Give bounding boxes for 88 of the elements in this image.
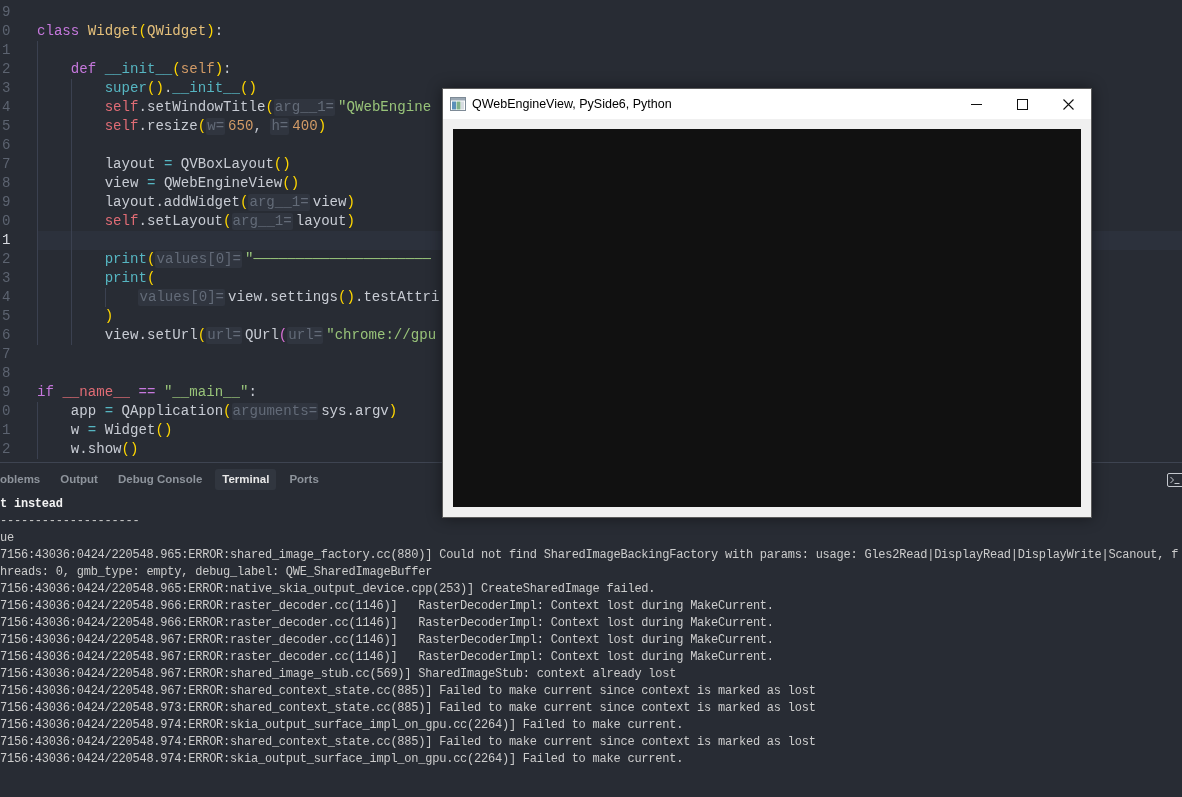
terminal-line: -------------------- xyxy=(0,513,140,530)
code-text: super().__init__() xyxy=(104,79,257,98)
line-number: 1 xyxy=(2,421,11,440)
code-text: sys.argv) xyxy=(321,402,398,421)
inlay-hint: arg__1= xyxy=(248,194,310,211)
code-text: 400) xyxy=(292,117,327,136)
terminal-icon[interactable] xyxy=(1167,472,1182,488)
inlay-hint: arguments= xyxy=(231,403,319,420)
terminal-line: 7156:43036:0424/220548.974:ERROR:shared_context_state.cc(885)] Failed to make current since context is marked as lost xyxy=(0,734,816,751)
line-number: 0 xyxy=(2,212,11,231)
code-text: view.setUrl( xyxy=(104,326,207,345)
code-text: view.settings().testAttri xyxy=(228,288,440,307)
terminal-line: 7156:43036:0424/220548.967:ERROR:shared_image_stub.cc(569)] SharedImageStub: context already lost xyxy=(0,666,677,683)
line-number: 3 xyxy=(2,269,11,288)
line-number: 7 xyxy=(2,155,11,174)
inlay-hint: w= xyxy=(206,118,226,135)
line-number: 9 xyxy=(2,383,11,402)
code-text: layout) xyxy=(295,212,355,231)
terminal-line: 7156:43036:0424/220548.973:ERROR:shared_context_state.cc(885)] Failed to make current since context is marked as lost xyxy=(0,700,816,717)
line-number: 2 xyxy=(2,440,11,459)
code-text: layout = QVBoxLayout() xyxy=(104,155,291,174)
inlay-hint: arg__1= xyxy=(273,99,336,116)
line-number: 1 xyxy=(2,231,11,250)
line-number: 1 xyxy=(2,41,11,60)
code-text: view = QWebEngineView() xyxy=(104,174,300,193)
terminal-line: 7156:43036:0424/220548.966:ERROR:raster_decoder.cc(1146)] RasterDecoderImpl: Context lost during MakeCurrent. xyxy=(0,598,774,615)
code-text: print( xyxy=(104,269,156,288)
terminal-line: t instead xyxy=(0,496,63,513)
inlay-hint: values[0]= xyxy=(138,289,226,306)
code-text: "chrome://gpu xyxy=(326,326,437,345)
line-number: 9 xyxy=(2,193,11,212)
panel-tab[interactable]: Debug Console xyxy=(110,469,210,490)
code-text: 650, xyxy=(228,117,263,136)
line-number: 2 xyxy=(2,60,11,79)
terminal-line: 7156:43036:0424/220548.974:ERROR:skia_output_surface_impl_on_gpu.cc(2264)] Failed to make current. xyxy=(0,751,684,768)
terminal-line: 7156:43036:0424/220548.967:ERROR:raster_decoder.cc(1146)] RasterDecoderImpl: Context lost during MakeCurrent. xyxy=(0,649,774,666)
code-text: w = Widget() xyxy=(70,421,173,440)
close-icon xyxy=(1062,98,1074,110)
line-number: 9 xyxy=(2,3,11,22)
code-text: def __init__(self): xyxy=(70,60,232,79)
code-text: layout.addWidget( xyxy=(104,193,249,212)
code-text: app = QApplication( xyxy=(70,402,232,421)
line-number: 8 xyxy=(2,364,11,383)
code-text: "───────────────────── xyxy=(245,250,432,269)
panel-tab[interactable]: Ports xyxy=(282,469,326,490)
code-text: print( xyxy=(104,250,156,269)
minimize-icon xyxy=(970,103,982,105)
inlay-hint: arg__1= xyxy=(231,213,293,230)
inlay-hint: url= xyxy=(287,327,324,344)
window-title: QWebEngineView, PySide6, Python xyxy=(472,95,672,113)
panel-tab[interactable]: oblems xyxy=(0,469,48,490)
line-number: 0 xyxy=(2,402,11,421)
line-number: 6 xyxy=(2,136,11,155)
terminal-line: hreads: 0, gmb_type: empty, debug_label: QWE_SharedImageBuffer xyxy=(0,564,433,581)
terminal-line: 7156:43036:0424/220548.974:ERROR:skia_output_surface_impl_on_gpu.cc(2264)] Failed to make current. xyxy=(0,717,684,734)
line-number: 6 xyxy=(2,326,11,345)
line-number: 2 xyxy=(2,250,11,269)
app-icon xyxy=(450,97,466,111)
inlay-hint: h= xyxy=(270,118,290,135)
line-number: 7 xyxy=(2,345,11,364)
code-text: self.resize( xyxy=(104,117,207,136)
line-number: 0 xyxy=(2,22,11,41)
code-text: view) xyxy=(312,193,355,212)
inlay-hint: values[0]= xyxy=(155,251,242,268)
panel-tab[interactable]: Output xyxy=(53,469,105,490)
terminal-line: 7156:43036:0424/220548.965:ERROR:native_skia_output_device.cpp(253)] CreateSharedImage failed. xyxy=(0,581,656,598)
line-number: 5 xyxy=(2,307,11,326)
terminal-line: 7156:43036:0424/220548.967:ERROR:shared_context_state.cc(885)] Failed to make current since context is marked as lost xyxy=(0,683,816,700)
line-number: 4 xyxy=(2,288,11,307)
code-text: if __name__ == "__main__": xyxy=(37,383,257,402)
line-number: 4 xyxy=(2,98,11,117)
code-text: self.setLayout( xyxy=(104,212,232,231)
code-text: w.show() xyxy=(70,440,139,459)
code-text: ) xyxy=(104,307,114,326)
terminal-line: 7156:43036:0424/220548.966:ERROR:raster_decoder.cc(1146)] RasterDecoderImpl: Context lost during MakeCurrent. xyxy=(0,615,774,632)
code-text: QUrl( xyxy=(245,326,288,345)
maximize-icon xyxy=(1016,98,1028,110)
code-text: class Widget(QWidget): xyxy=(37,22,224,41)
line-number: 8 xyxy=(2,174,11,193)
code-text: "QWebEngine xyxy=(338,98,432,117)
line-number: 5 xyxy=(2,117,11,136)
code-text: self.setWindowTitle( xyxy=(104,98,274,117)
terminal-line: 7156:43036:0424/220548.967:ERROR:raster_decoder.cc(1146)] RasterDecoderImpl: Context lost during MakeCurrent. xyxy=(0,632,774,649)
inlay-hint: url= xyxy=(206,327,242,344)
line-number: 3 xyxy=(2,79,11,98)
terminal-line: 7156:43036:0424/220548.965:ERROR:shared_image_factory.cc(880)] Could not find SharedImageBackingFactory with params: usage: Gles2Read|DisplayRead|DisplayWrite|Scanout, f xyxy=(0,547,1179,564)
terminal-line: ue xyxy=(0,530,14,547)
panel-tab[interactable]: Terminal xyxy=(215,469,277,490)
